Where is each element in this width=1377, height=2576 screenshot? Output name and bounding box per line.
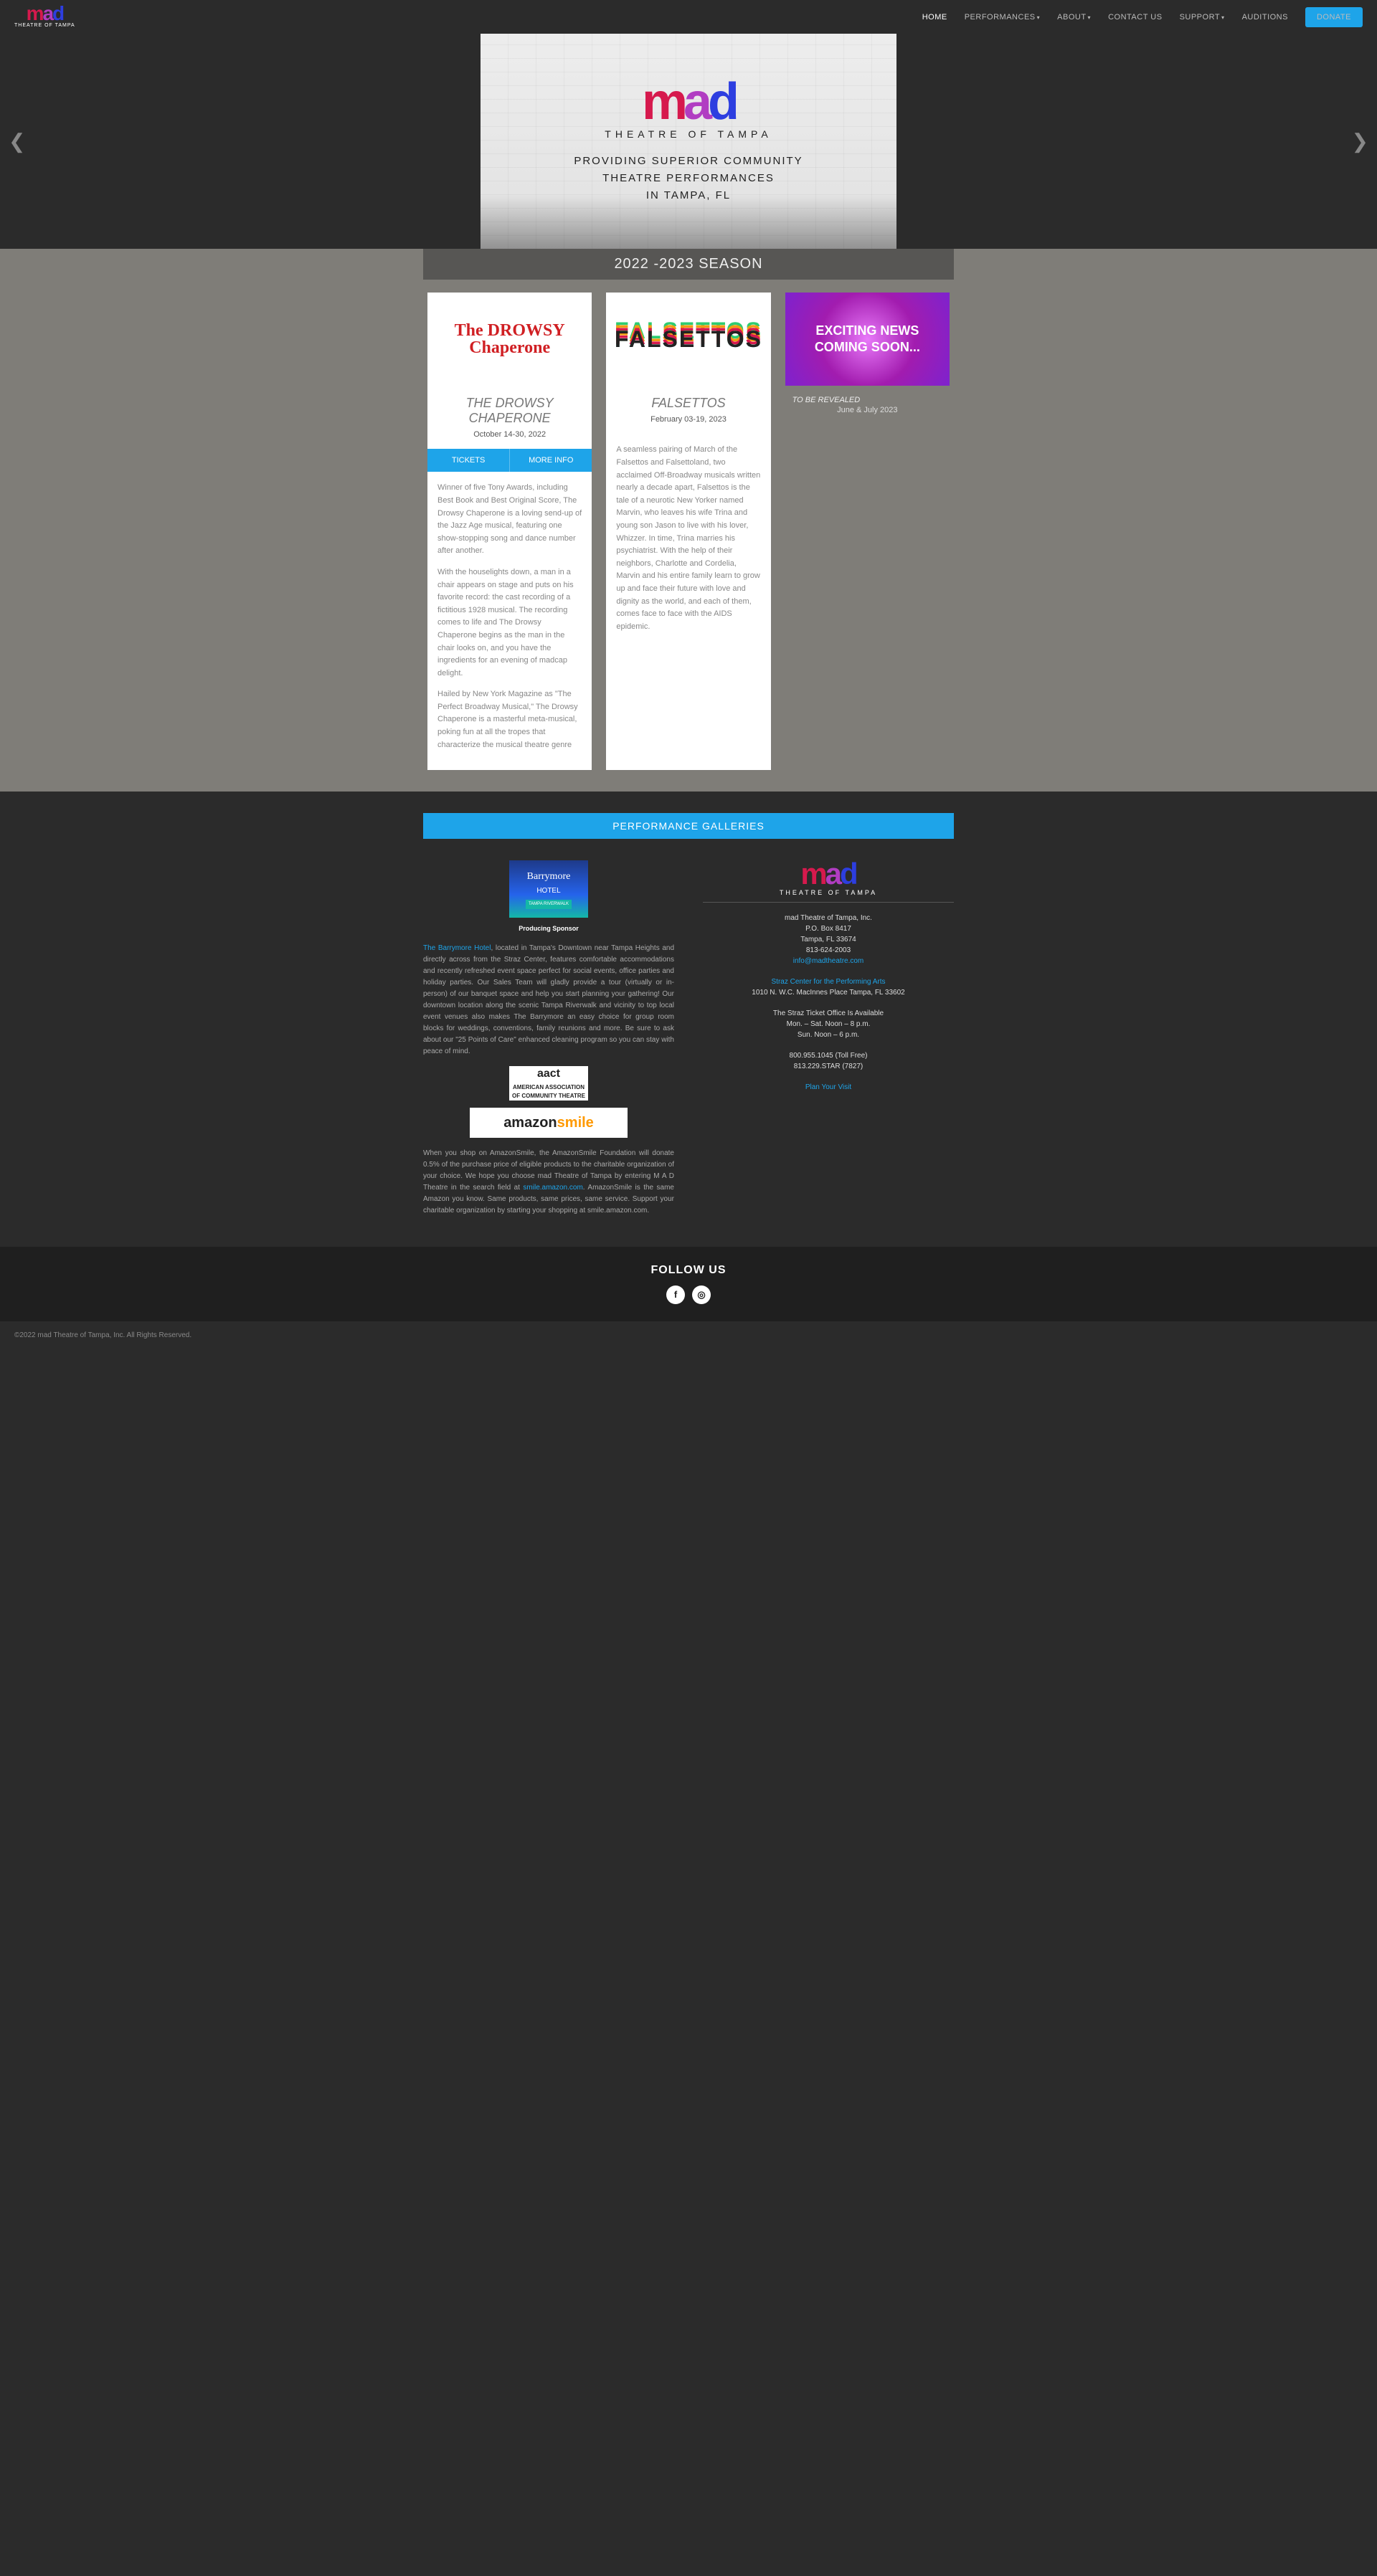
main-nav: HOME PERFORMANCES▾ ABOUT▾ CONTACT US SUP… (922, 7, 1363, 27)
show-date: February 03-19, 2023 (606, 415, 770, 434)
nav-performances[interactable]: PERFORMANCES▾ (965, 13, 1040, 22)
chevron-down-icon: ▾ (1221, 14, 1225, 21)
show-title: THE DROWSY CHAPERONE (427, 386, 592, 430)
sponsor-label: Producing Sponsor (423, 923, 674, 933)
logo-subtitle: THEATRE OF TAMPA (14, 23, 75, 28)
show-poster-tbd: EXCITING NEWS COMING SOON... (785, 293, 950, 386)
hero-logo-subtitle: THEATRE OF TAMPA (605, 128, 772, 140)
plan-visit-link[interactable]: Plan Your Visit (805, 1083, 851, 1091)
site-header: mad THEATRE OF TAMPA HOME PERFORMANCES▾ … (0, 0, 1377, 34)
nav-about[interactable]: ABOUT▾ (1057, 13, 1091, 22)
donate-button[interactable]: DONATE (1305, 7, 1363, 27)
show-title: FALSETTOS (606, 386, 770, 415)
show-description: A seamless pairing of March of the False… (606, 434, 770, 652)
aact-logo[interactable]: aact AMERICAN ASSOCIATION OF COMMUNITY T… (509, 1066, 588, 1101)
contact-info-column: mad THEATRE OF TAMPA mad Theatre of Tamp… (703, 860, 954, 1225)
show-title: TO BE REVEALED (785, 386, 950, 406)
slider-prev-arrow[interactable]: ❮ (9, 130, 25, 153)
nav-contact[interactable]: CONTACT US (1108, 13, 1163, 22)
show-description: Winner of five Tony Awards, including Be… (427, 472, 592, 770)
hero-tagline: PROVIDING SUPERIOR COMMUNITY THEATRE PER… (574, 153, 803, 204)
show-card-tbd: EXCITING NEWS COMING SOON... TO BE REVEA… (785, 293, 950, 770)
email-link[interactable]: info@madtheatre.com (793, 957, 864, 965)
copyright-footer: ©2022 mad Theatre of Tampa, Inc. All Rig… (0, 1321, 1377, 1349)
venue-address: Straz Center for the Performing Arts 101… (703, 976, 954, 998)
show-date: October 14-30, 2022 (427, 430, 592, 449)
follow-heading: FOLLOW US (17, 1264, 1360, 1277)
chevron-down-icon: ▾ (1088, 14, 1092, 21)
mailing-address: mad Theatre of Tampa, Inc. P.O. Box 8417… (703, 913, 954, 966)
amazon-smile-logo[interactable]: amazonsmile (470, 1108, 628, 1138)
tickets-button[interactable]: TICKETS (427, 449, 510, 472)
phone-numbers: 800.955.1045 (Toll Free) 813.229.STAR (7… (703, 1050, 954, 1072)
straz-link[interactable]: Straz Center for the Performing Arts (772, 978, 886, 986)
instagram-icon[interactable]: ◎ (692, 1285, 711, 1304)
site-logo[interactable]: mad THEATRE OF TAMPA (14, 6, 75, 28)
lower-section: PERFORMANCE GALLERIES Barrymore HOTEL TA… (0, 792, 1377, 1246)
season-heading: 2022 -2023 SEASON (423, 249, 954, 280)
hero-slide: mad THEATRE OF TAMPA PROVIDING SUPERIOR … (481, 34, 896, 249)
show-poster-drowsy: The DROWSYChaperone (427, 293, 592, 386)
show-card-falsettos: FALSETTOS FALSETTOS February 03-19, 2023… (606, 293, 770, 770)
box-office-hours: The Straz Ticket Office Is Available Mon… (703, 1008, 954, 1040)
footer-logo-subtitle: THEATRE OF TAMPA (703, 888, 954, 898)
amazon-smile-link[interactable]: smile.amazon.com (523, 1184, 582, 1192)
sponsor-description: The Barrymore Hotel, located in Tampa's … (423, 943, 674, 1058)
sponsor-column: Barrymore HOTEL TAMPA RIVERWALK Producin… (423, 860, 674, 1225)
nav-auditions[interactable]: AUDITIONS (1242, 13, 1288, 22)
facebook-icon[interactable]: f (666, 1285, 685, 1304)
show-date: June & July 2023 (785, 406, 950, 422)
divider (703, 902, 954, 903)
more-info-button[interactable]: MORE INFO (510, 449, 592, 472)
chevron-down-icon: ▾ (1037, 14, 1041, 21)
hero-slider: ❮ ❯ mad THEATRE OF TAMPA PROVIDING SUPER… (0, 34, 1377, 249)
follow-section: FOLLOW US f ◎ (0, 1247, 1377, 1321)
amazon-description: When you shop on AmazonSmile, the Amazon… (423, 1148, 674, 1217)
footer-logo: mad (703, 860, 954, 888)
slider-next-arrow[interactable]: ❯ (1352, 130, 1368, 153)
season-section: 2022 -2023 SEASON The DROWSYChaperone TH… (0, 249, 1377, 792)
nav-home[interactable]: HOME (922, 13, 947, 22)
performance-galleries-button[interactable]: PERFORMANCE GALLERIES (423, 813, 954, 839)
nav-support[interactable]: SUPPORT▾ (1180, 13, 1225, 22)
hero-logo: mad (642, 79, 735, 125)
barrymore-link[interactable]: The Barrymore Hotel (423, 944, 491, 952)
show-card-drowsy: The DROWSYChaperone THE DROWSY CHAPERONE… (427, 293, 592, 770)
barrymore-sponsor-image[interactable]: Barrymore HOTEL TAMPA RIVERWALK (509, 860, 588, 918)
show-poster-falsettos: FALSETTOS (606, 293, 770, 386)
